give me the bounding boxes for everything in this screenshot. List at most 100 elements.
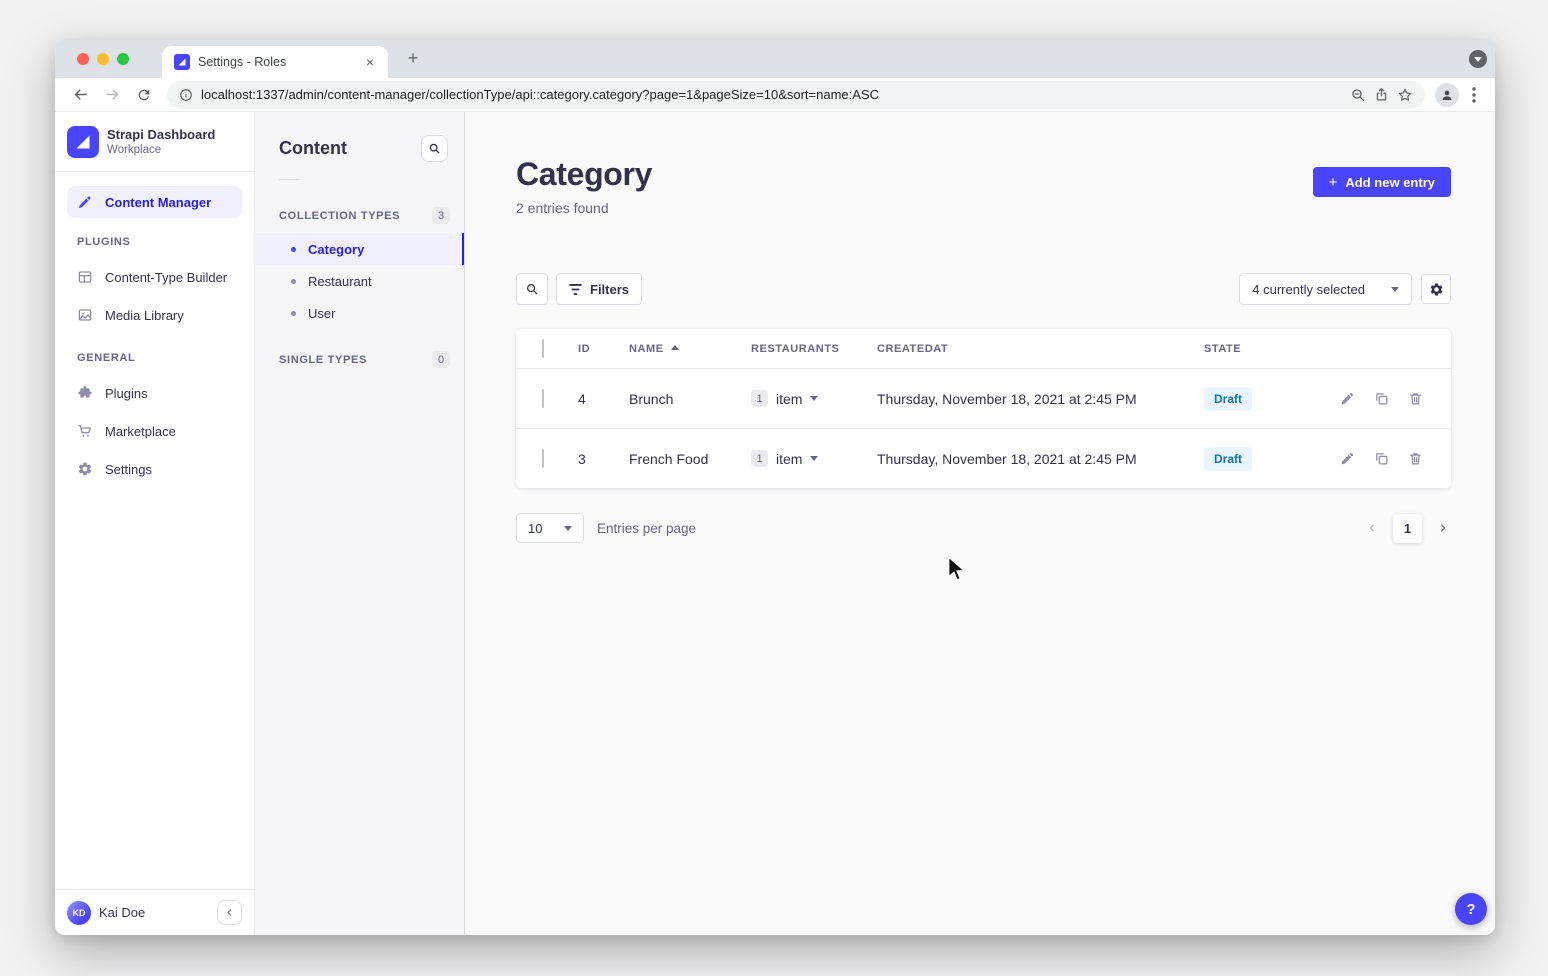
table-row[interactable]: 4 Brunch 1 item Thursday, November 18, 2…	[516, 368, 1451, 428]
collapse-sidebar-button[interactable]	[217, 900, 242, 925]
cell-id: 3	[578, 451, 629, 467]
content-subnav: Content COLLECTION TYPES 3 Category Rest…	[255, 112, 465, 935]
general-section-header: GENERAL	[67, 352, 242, 364]
edit-icon[interactable]	[1340, 391, 1355, 406]
url-text[interactable]: localhost:1337/admin/content-manager/col…	[201, 87, 1342, 102]
subnav-divider	[279, 179, 299, 180]
sidebar-item-content-type-builder[interactable]: Content-Type Builder	[67, 258, 242, 296]
select-all-checkbox[interactable]	[542, 339, 544, 358]
search-button[interactable]	[516, 273, 548, 305]
minimize-window-button[interactable]	[97, 53, 109, 65]
plus-icon: +	[1329, 175, 1338, 190]
row-checkbox[interactable]	[542, 389, 544, 408]
cell-id: 4	[578, 391, 629, 407]
subnav-item-label: Category	[308, 242, 364, 257]
subnav-item-category[interactable]: Category	[255, 233, 464, 265]
page-size-dropdown[interactable]: 10	[516, 513, 584, 543]
list-controls: Filters 4 currently selected	[516, 273, 1451, 305]
site-info-icon[interactable]	[179, 88, 193, 102]
filters-button[interactable]: Filters	[556, 273, 642, 305]
forward-button[interactable]	[99, 82, 125, 108]
column-header-createdat[interactable]: CREATEDAT	[877, 343, 1204, 355]
sidebar-item-marketplace[interactable]: Marketplace	[67, 412, 242, 450]
subnav-item-restaurant[interactable]: Restaurant	[255, 265, 464, 297]
layout-grid-icon	[77, 269, 93, 285]
row-checkbox[interactable]	[542, 449, 544, 468]
sidebar-footer: KD Kai Doe	[55, 889, 254, 935]
bookmark-star-icon[interactable]	[1397, 87, 1413, 103]
help-button[interactable]: ?	[1455, 893, 1487, 925]
single-types-count-badge: 0	[432, 351, 450, 368]
edit-icon[interactable]	[1340, 451, 1355, 466]
cell-restaurants[interactable]: 1 item	[751, 450, 877, 467]
table-row[interactable]: 3 French Food 1 item Thursday, November …	[516, 428, 1451, 488]
bullet-icon	[291, 311, 296, 316]
sidebar-item-label: Marketplace	[105, 424, 176, 439]
sidebar-item-settings[interactable]: Settings	[67, 450, 242, 488]
zoom-out-icon[interactable]	[1350, 87, 1366, 103]
relation-count-badge: 1	[751, 390, 768, 407]
cell-restaurants[interactable]: 1 item	[751, 390, 877, 407]
user-avatar[interactable]: KD	[67, 901, 91, 925]
duplicate-icon[interactable]	[1374, 451, 1389, 466]
tab-close-icon[interactable]: ×	[362, 54, 378, 70]
pen-icon	[77, 194, 93, 210]
share-icon[interactable]	[1374, 87, 1389, 102]
sidebar-item-media-library[interactable]: Media Library	[67, 296, 242, 334]
subnav-item-label: User	[308, 306, 335, 321]
tab-search-button[interactable]	[1469, 50, 1487, 68]
main-sidebar: Strapi Dashboard Workplace Content Manag…	[55, 112, 255, 935]
close-window-button[interactable]	[77, 53, 89, 65]
relation-label: item	[776, 391, 802, 407]
delete-icon[interactable]	[1408, 391, 1423, 406]
browser-profile-avatar[interactable]	[1435, 83, 1459, 107]
chevron-down-icon	[1474, 57, 1482, 66]
subnav-search-button[interactable]	[421, 135, 448, 162]
browser-toolbar: localhost:1337/admin/content-manager/col…	[55, 78, 1495, 112]
zoom-window-button[interactable]	[117, 53, 129, 65]
tab-title: Settings - Roles	[198, 55, 354, 69]
back-button[interactable]	[67, 82, 93, 108]
gear-icon	[77, 461, 93, 477]
previous-page-button[interactable]	[1364, 520, 1380, 536]
workspace-name: Workplace	[107, 143, 215, 157]
column-header-id[interactable]: ID	[578, 343, 629, 355]
column-header-state[interactable]: STATE	[1204, 343, 1326, 355]
browser-menu-icon[interactable]	[1465, 87, 1483, 103]
add-new-entry-button[interactable]: + Add new entry	[1313, 167, 1451, 197]
sidebar-item-plugins[interactable]: Plugins	[67, 374, 242, 412]
reload-button[interactable]	[131, 82, 157, 108]
column-header-name[interactable]: NAME	[629, 343, 751, 355]
cell-name: Brunch	[629, 391, 751, 407]
desktop: { "browser": { "tab_title": "Settings - …	[0, 0, 1548, 976]
address-bar[interactable]: localhost:1337/admin/content-manager/col…	[167, 81, 1425, 109]
table-header-row: ID NAME RESTAURANTS CREATEDAT STATE	[516, 329, 1451, 368]
delete-icon[interactable]	[1408, 451, 1423, 466]
chevron-down-icon	[1391, 287, 1399, 296]
subnav-item-user[interactable]: User	[255, 297, 464, 329]
state-badge: Draft	[1204, 387, 1252, 411]
chevron-down-icon	[810, 396, 818, 405]
column-header-restaurants[interactable]: RESTAURANTS	[751, 343, 877, 355]
sidebar-item-label: Media Library	[105, 308, 184, 323]
image-icon	[77, 307, 93, 323]
bullet-icon	[291, 247, 296, 252]
strapi-app: Strapi Dashboard Workplace Content Manag…	[55, 112, 1495, 935]
page-title: Category	[516, 156, 1451, 193]
duplicate-icon[interactable]	[1374, 391, 1389, 406]
sidebar-item-content-manager[interactable]: Content Manager	[67, 186, 242, 218]
app-name: Strapi Dashboard	[107, 127, 215, 143]
chevron-down-icon	[564, 526, 572, 535]
cart-icon	[77, 423, 93, 439]
workspace-brand[interactable]: Strapi Dashboard Workplace	[55, 112, 254, 171]
chevron-down-icon	[810, 456, 818, 465]
relation-count-badge: 1	[751, 450, 768, 467]
page-number-button[interactable]: 1	[1393, 514, 1422, 543]
next-page-button[interactable]	[1435, 520, 1451, 536]
new-tab-button[interactable]: +	[404, 50, 422, 68]
browser-tab[interactable]: Settings - Roles ×	[162, 46, 388, 78]
cell-createdat: Thursday, November 18, 2021 at 2:45 PM	[877, 391, 1204, 407]
displayed-fields-dropdown[interactable]: 4 currently selected	[1239, 273, 1412, 305]
view-settings-button[interactable]	[1421, 274, 1451, 304]
filter-icon	[569, 284, 582, 295]
